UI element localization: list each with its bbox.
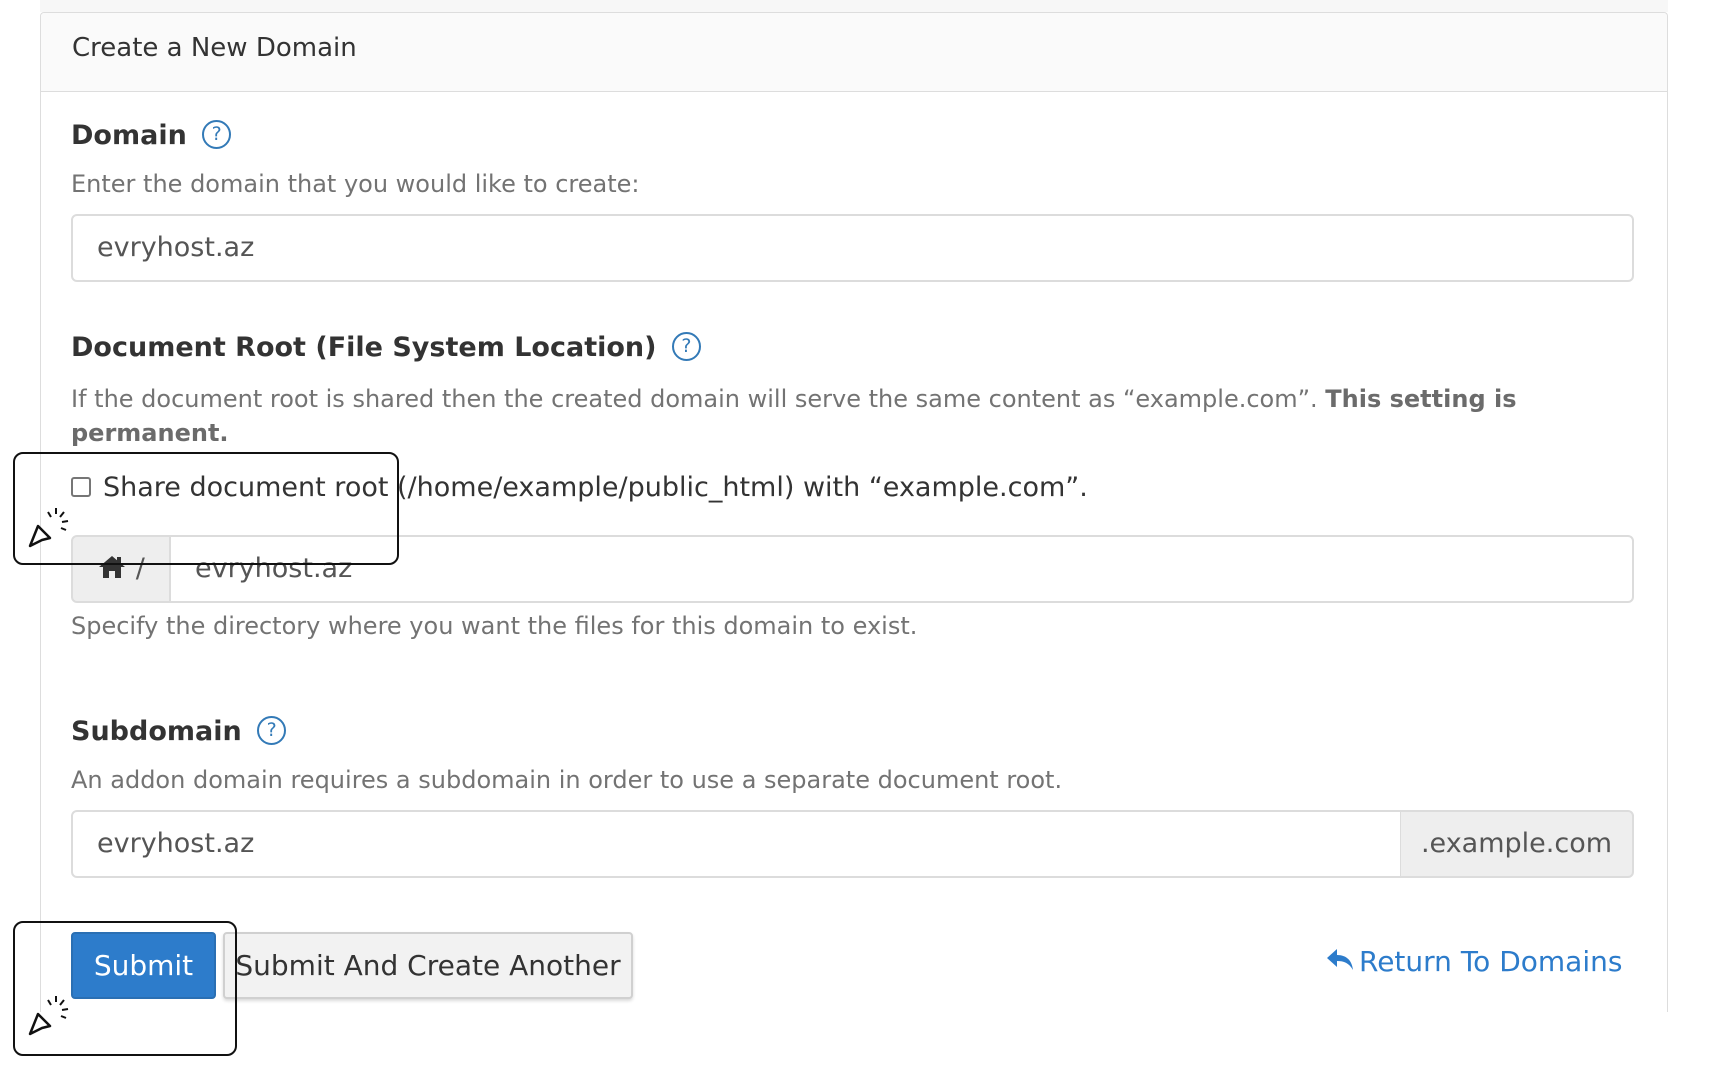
return-to-domains-label: Return To Domains <box>1359 945 1623 978</box>
document-root-description: If the document root is shared then the … <box>71 385 1517 413</box>
share-document-root-option[interactable]: Share document root (/home/example/publi… <box>71 472 1088 503</box>
document-root-prefix: / <box>71 535 170 603</box>
question-circle-icon[interactable]: ? <box>202 120 232 149</box>
domain-input[interactable]: evryhost.az <box>71 214 1634 282</box>
home-icon <box>99 555 126 578</box>
domain-description: Enter the domain that you would like to … <box>71 170 640 198</box>
question-circle-icon[interactable]: ? <box>671 332 701 361</box>
document-root-description-line2: permanent. <box>71 419 229 447</box>
subdomain-label: Subdomain ? <box>71 716 287 747</box>
domain-label-text: Domain <box>71 120 187 151</box>
subdomain-input[interactable]: evryhost.az <box>71 810 1402 878</box>
permanent-warning-part1: This setting is <box>1325 385 1517 413</box>
panel-title: Create a New Domain <box>72 33 357 63</box>
subdomain-label-text: Subdomain <box>71 716 242 747</box>
top-strip <box>40 0 1668 12</box>
panel-heading: Create a New Domain <box>41 13 1667 92</box>
path-prefix-slash: / <box>135 553 145 584</box>
document-root-hint: Specify the directory where you want the… <box>71 612 918 640</box>
document-root-input[interactable]: evryhost.az <box>169 535 1634 603</box>
submit-and-create-another-button[interactable]: Submit And Create Another <box>223 932 633 999</box>
share-document-root-checkbox[interactable] <box>71 476 91 497</box>
document-root-label: Document Root (File System Location) ? <box>71 332 701 363</box>
permanent-warning-part2: permanent. <box>71 419 229 447</box>
domain-label: Domain ? <box>71 120 232 151</box>
document-root-description-text: If the document root is shared then the … <box>71 385 1326 413</box>
document-root-label-text: Document Root (File System Location) <box>71 332 657 363</box>
share-document-root-label: Share document root (/home/example/publi… <box>103 472 1088 503</box>
subdomain-suffix: .example.com <box>1400 810 1634 878</box>
submit-button[interactable]: Submit <box>71 932 216 999</box>
reply-icon <box>1327 949 1353 970</box>
return-to-domains-link[interactable]: Return To Domains <box>1325 945 1622 978</box>
subdomain-description: An addon domain requires a subdomain in … <box>71 766 1063 794</box>
question-circle-icon[interactable]: ? <box>257 716 287 745</box>
